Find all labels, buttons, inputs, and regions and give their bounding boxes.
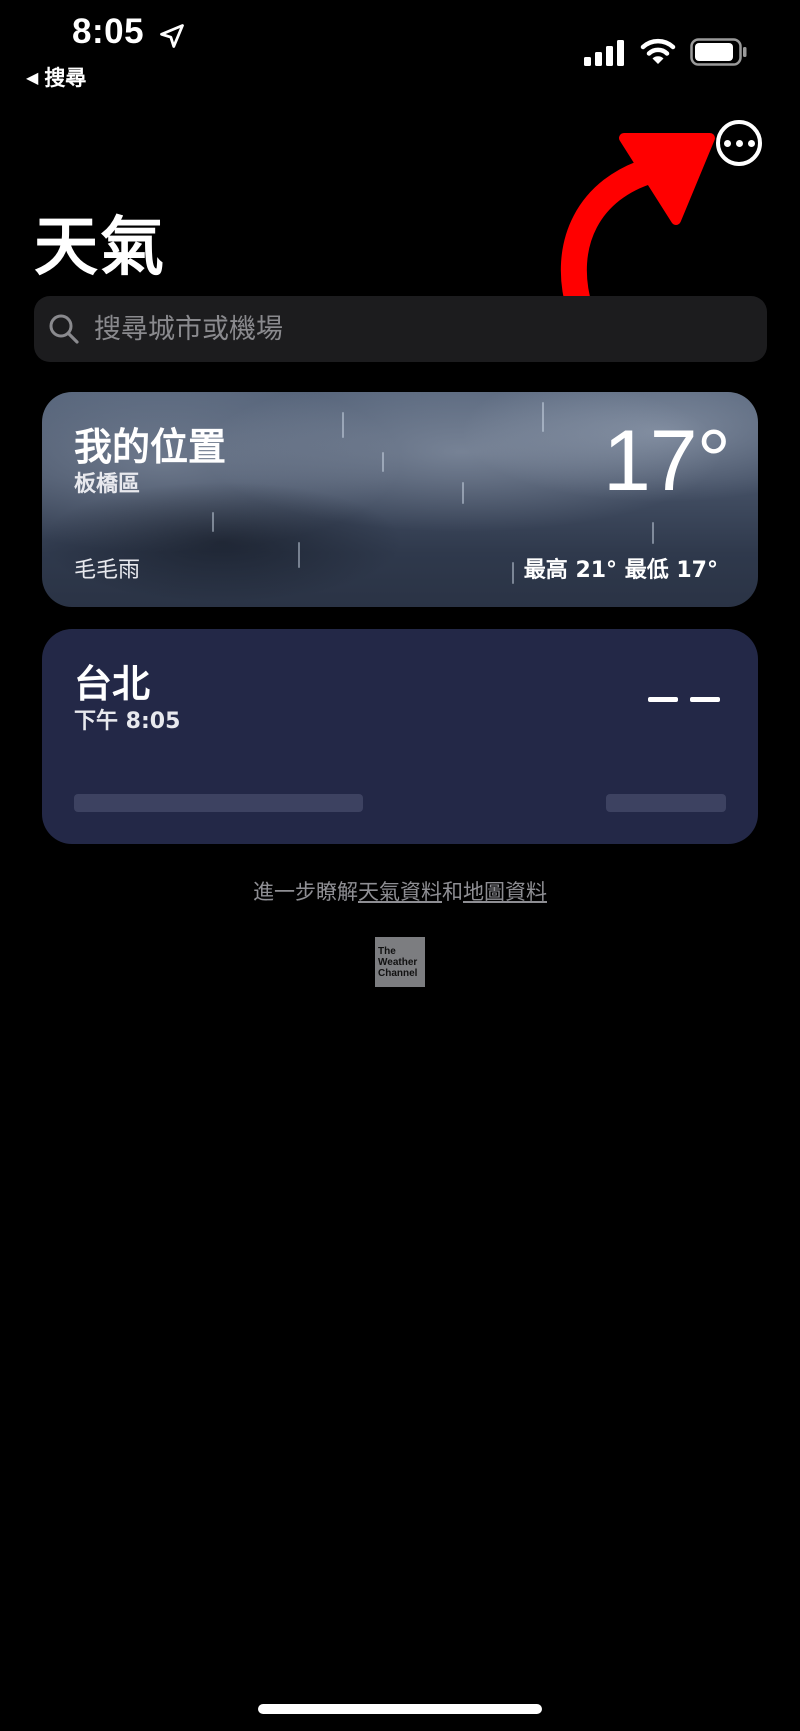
search-field[interactable] [34, 296, 767, 362]
status-bar: 8:05 ◀ 搜尋 [0, 0, 800, 96]
status-time: 8:05 [72, 12, 145, 51]
logo-line: Weather [378, 957, 418, 968]
back-to-search-link[interactable]: ◀ 搜尋 [26, 62, 86, 92]
location-name: 台北 [74, 662, 151, 706]
map-data-link[interactable]: 地圖資料 [463, 880, 547, 904]
rain-drop [652, 522, 654, 544]
location-card-my-location[interactable]: 我的位置 板橋區 17° 毛毛雨 最高 21° 最低 17° [42, 392, 758, 607]
back-triangle-icon: ◀ [26, 67, 39, 87]
current-temperature: 17° [602, 413, 731, 509]
data-attribution: 進一步瞭解天氣資料和地圖資料 [0, 876, 800, 906]
high-low-loading-bar [606, 794, 726, 812]
high-low-temperature: 最高 21° 最低 17° [523, 558, 718, 583]
location-local-time: 下午 8:05 [74, 709, 181, 734]
rain-drop [462, 482, 464, 504]
rain-drop [212, 512, 214, 532]
battery-icon [690, 38, 747, 66]
dot [735, 139, 743, 147]
search-input[interactable] [92, 312, 696, 346]
rain-drop [512, 562, 514, 584]
home-indicator[interactable] [258, 1704, 542, 1714]
back-link-label: 搜尋 [44, 66, 87, 90]
search-icon [49, 314, 79, 344]
attribution-joiner: 和 [442, 880, 463, 904]
cellular-signal-icon [584, 40, 624, 66]
weather-condition: 毛毛雨 [74, 558, 141, 583]
location-card-taipei[interactable]: 台北 下午 8:05 [42, 629, 758, 844]
condition-loading-bar [74, 794, 363, 812]
rain-drop [542, 402, 544, 432]
wifi-icon [640, 38, 676, 64]
dash [648, 697, 678, 702]
dash [690, 697, 720, 702]
location-arrow-icon [160, 24, 184, 48]
rain-drop [342, 412, 344, 438]
location-name: 我的位置 [74, 425, 227, 469]
weather-data-link[interactable]: 天氣資料 [358, 880, 442, 904]
rain-drop [382, 452, 384, 472]
logo-line: Channel [378, 968, 418, 979]
attribution-prefix: 進一步瞭解 [253, 880, 358, 904]
location-subtitle: 板橋區 [74, 472, 141, 497]
temperature-placeholder [648, 697, 720, 702]
weather-channel-logo[interactable]: The Weather Channel [375, 937, 425, 987]
rain-drop [298, 542, 300, 568]
page-title: 天氣 [34, 211, 166, 285]
dot [747, 139, 755, 147]
logo-line: The [378, 946, 396, 957]
